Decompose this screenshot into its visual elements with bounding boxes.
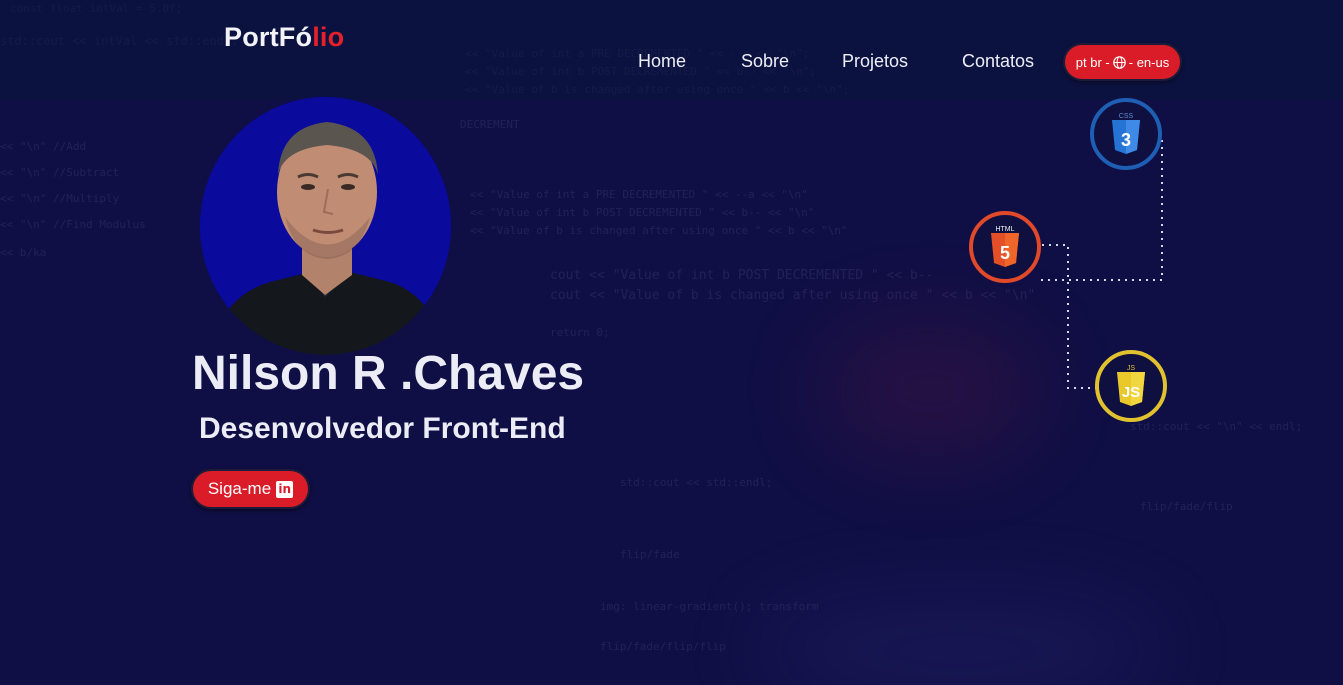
css3-label: 3 (1121, 130, 1131, 150)
nav-link-home[interactable]: Home (638, 51, 686, 72)
svg-text:HTML: HTML (995, 226, 1014, 233)
follow-linkedin-button[interactable]: Siga-me in (191, 469, 310, 509)
language-toggle-button[interactable]: pt br - - en-us (1063, 43, 1182, 81)
profile-photo (200, 97, 451, 355)
tech-stack-graphic: CSS 3 HTML 5 JS JS (969, 98, 1167, 422)
lang-pt-br: pt br - (1075, 54, 1110, 70)
nav-link-projetos[interactable]: Projetos (842, 51, 908, 72)
logo-text-accent: lio (312, 22, 345, 52)
javascript-label: JS (1122, 384, 1140, 401)
css3-icon: CSS 3 (1090, 98, 1162, 170)
linkedin-icon: in (276, 480, 294, 498)
svg-text:JS: JS (1127, 365, 1136, 372)
logo-text-main: PortFó (224, 22, 313, 52)
connector-line (1042, 244, 1098, 389)
javascript-icon: JS JS (1095, 350, 1167, 422)
html5-label: 5 (1000, 243, 1010, 263)
hero-role: Desenvolvedor Front-End (199, 412, 566, 445)
svg-text:CSS: CSS (1119, 113, 1134, 120)
header: PortFólio Home Sobre Projetos Contatos p… (0, 0, 1343, 100)
nav-link-contatos[interactable]: Contatos (962, 51, 1034, 72)
globe-icon (1112, 55, 1126, 69)
logo[interactable]: PortFólio (224, 22, 344, 53)
follow-button-label: Siga-me (207, 479, 272, 498)
profile-avatar (200, 97, 451, 355)
background-glow (760, 600, 1160, 685)
html5-icon: HTML 5 (969, 211, 1041, 283)
lang-en-us: - en-us (1128, 54, 1170, 70)
nav-link-sobre[interactable]: Sobre (741, 51, 789, 72)
hero-name: Nilson R .Chaves (192, 347, 585, 400)
